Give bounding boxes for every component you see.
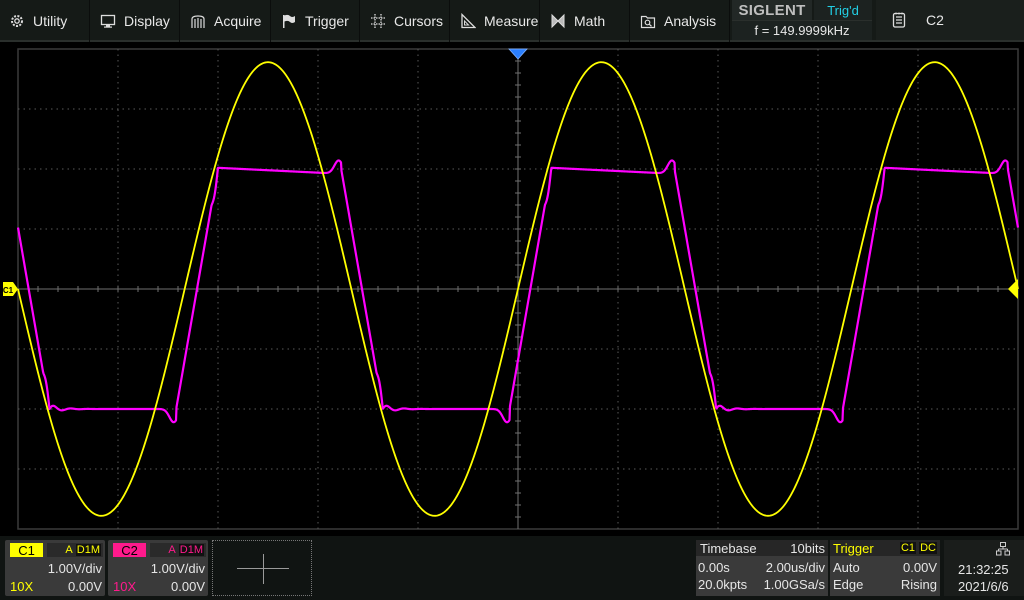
plus-icon-v [263,554,264,584]
trigger-panel[interactable]: Trigger C1 DC Auto 0.00V Edge Rising [830,540,940,596]
menu-label: Math [574,13,606,29]
channel-2-coupling: A [168,544,176,556]
channel-2-flags: A D1M [150,543,206,557]
frequency-counter: f = 149.9999kHz [732,20,872,40]
menu-acquire[interactable]: Acquire [181,0,271,42]
cursors-grid-icon [370,13,386,29]
channel-1-offset: 0.00V [68,579,102,594]
menu-display[interactable]: Display [91,0,180,42]
c1-offset-marker[interactable]: C1 [3,282,18,296]
menu-label: Trigger [305,13,349,29]
trigger-level: 0.00V [903,560,937,575]
timebase-delay: 0.00s [698,560,730,575]
gear-icon [9,13,25,29]
source-label: C2 [926,12,944,28]
menu-label: Analysis [664,13,717,29]
brand-logo: SIGLENT [732,0,812,20]
trigger-coupling: DC [919,542,937,554]
clock-date: 2021/6/6 [958,579,1009,594]
trigger-title: Trigger [833,541,874,556]
scope-graticule: C1 [3,48,1020,530]
trigger-status: Trig'd [814,0,872,20]
c1-marker-label: C1 [3,286,14,295]
menu-label: Acquire [214,13,262,29]
menu-trigger[interactable]: Trigger [272,0,360,42]
trigger-mode: Auto [833,560,860,575]
notes-icon [892,12,906,28]
menu-utility[interactable]: Utility [0,0,90,42]
channel-2-scale: 1.00V/div [150,561,205,576]
timebase-scale: 2.00us/div [765,560,825,575]
channel-2-offset: 0.00V [171,579,205,594]
channel-1-panel[interactable]: C1 A D1M 1.00V/div 10X 0.00V [5,540,105,596]
menu-label: Measure [484,13,539,29]
clock-panel: 21:32:25 2021/6/6 [944,540,1024,596]
set-square-icon [460,13,476,29]
waveform-display[interactable]: C1 [0,42,1024,536]
sample-rate: 1.00GSa/s [763,577,825,592]
network-icon [996,542,1010,556]
channel-1-flags: A D1M [47,543,103,557]
channel-2-panel[interactable]: C2 A D1M 1.00V/div 10X 0.00V [108,540,208,596]
menu-label: Utility [33,13,68,29]
channel-1-impedance: D1M [75,544,101,556]
timebase-title: Timebase [700,541,757,556]
menu-cursors[interactable]: Cursors [361,0,450,42]
channel-2-tag: C2 [113,543,146,558]
status-panel: SIGLENT Trig'd f = 149.9999kHz [732,0,872,40]
channel-1-probe: 10X [10,579,34,594]
trigger-slope: Rising [900,577,937,592]
menu-bar: Utility Display Acquire Trigger Cursors … [0,0,1024,42]
add-channel-button[interactable] [212,540,312,596]
source-selector[interactable]: C2 [876,0,1024,40]
channel-1-coupling: A [65,544,73,556]
flag-icon [281,13,297,29]
trigger-source: C1 DC [899,542,937,554]
menu-measure[interactable]: Measure [451,0,540,42]
channel-2-probe: 10X [113,579,137,594]
menu-label: Cursors [394,13,444,29]
analysis-icon [640,13,656,29]
trigger-type: Edge [833,577,864,592]
monitor-icon [100,13,116,29]
adc-bits: 10bits [790,541,825,556]
math-icon [550,13,566,29]
clock-time: 21:32:25 [958,562,1009,577]
acquire-icon [190,13,206,29]
channel-2-impedance: D1M [178,544,204,556]
menu-label: Display [124,13,170,29]
channel-1-scale: 1.00V/div [47,561,102,576]
bottom-bar: C1 A D1M 1.00V/div 10X 0.00V C2 A D1M 1.00… [0,536,1024,600]
timebase-panel[interactable]: Timebase 10bits 0.00s 2.00us/div 20.0kpt… [696,540,828,596]
trigger-source-channel: C1 [899,542,917,554]
channel-1-tag: C1 [10,543,43,558]
menu-math[interactable]: Math [541,0,630,42]
menu-analysis[interactable]: Analysis [631,0,730,42]
memory-depth: 20.0kpts [698,577,748,592]
